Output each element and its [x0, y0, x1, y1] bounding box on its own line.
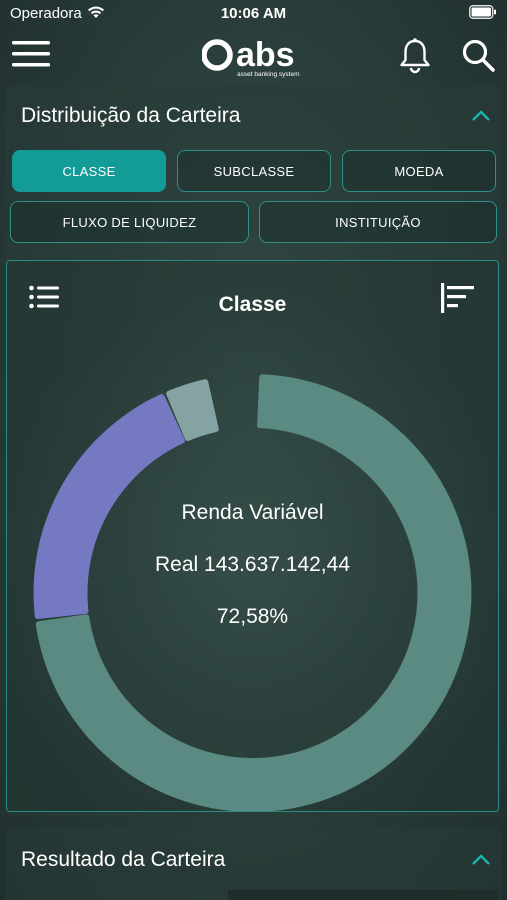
battery-icon: [469, 5, 496, 19]
selected-slice-value: Real 143.637.142,44: [155, 553, 350, 576]
selected-slice-name: Renda Variável: [181, 501, 324, 524]
portfolio-result-card: Resultado da Carteira: [6, 828, 501, 900]
filter-label: CLASSE: [62, 163, 116, 179]
result-content-preview: [228, 890, 498, 900]
nav-bar: abs asset banking system: [0, 30, 507, 80]
bell-icon[interactable]: [398, 38, 432, 74]
selected-slice-percent: 72,58%: [216, 605, 289, 628]
filter-moeda-button[interactable]: MOEDA: [342, 150, 496, 192]
filter-label: SUBCLASSE: [213, 163, 295, 179]
chart-panel: Classe Renda Variável Real 143.637.142,4…: [6, 260, 499, 812]
filter-label: INSTITUIÇÃO: [335, 214, 421, 230]
menu-icon[interactable]: [12, 40, 50, 68]
filter-classe-button[interactable]: CLASSE: [12, 150, 166, 192]
chevron-up-icon[interactable]: [471, 852, 491, 866]
logo-tagline: asset banking system: [237, 71, 300, 78]
abs-logo-mark-icon: abs asset banking system: [201, 36, 300, 78]
filter-subclasse-button[interactable]: SUBCLASSE: [177, 150, 331, 192]
abs-logo: abs asset banking system: [201, 36, 312, 78]
sort-icon[interactable]: [441, 283, 475, 313]
filter-fluxo-liquidez-button[interactable]: FLUXO DE LIQUIDEZ: [10, 201, 249, 243]
chart-title: Classe: [218, 293, 287, 316]
chevron-up-icon[interactable]: [471, 108, 491, 122]
donut-chart: [33, 374, 472, 811]
filter-instituicao-button[interactable]: INSTITUIÇÃO: [259, 201, 497, 243]
filter-label: FLUXO DE LIQUIDEZ: [62, 214, 197, 230]
card-title: Resultado da Carteira: [21, 848, 226, 871]
status-time: 10:06 AM: [220, 5, 287, 22]
portfolio-distribution-card: Distribuição da Carteira CLASSE SUBCLASS…: [6, 86, 501, 816]
filter-label: MOEDA: [394, 163, 444, 179]
search-icon[interactable]: [460, 38, 496, 74]
logo-wordmark: abs: [236, 36, 295, 74]
status-bar: Operadora 10:06 AM: [0, 0, 507, 28]
card-title: Distribuição da Carteira: [21, 104, 241, 127]
